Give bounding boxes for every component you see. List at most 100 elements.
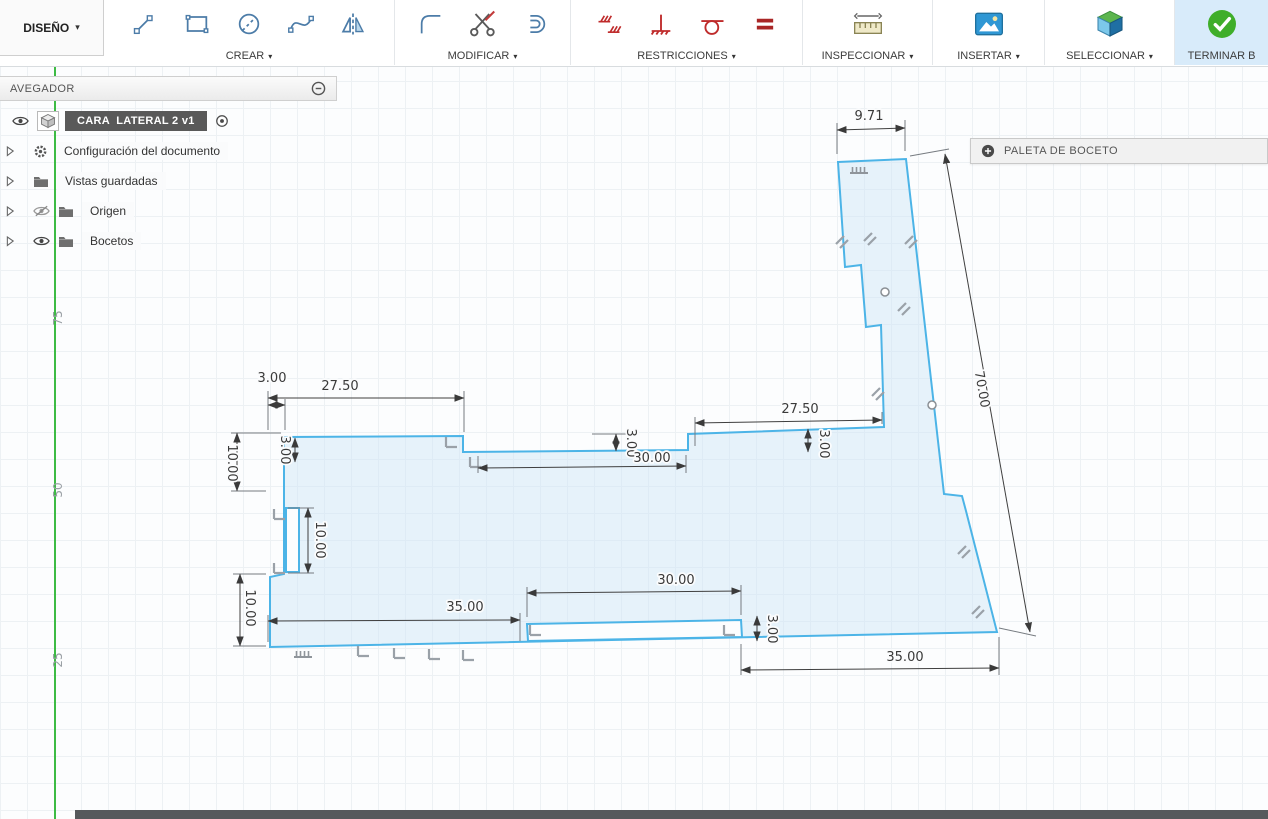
tool-group-seleccionar: SELECCIONAR ▾ bbox=[1045, 0, 1175, 65]
fillet-tool-button[interactable] bbox=[409, 4, 453, 44]
folder-icon bbox=[59, 206, 73, 217]
tree-item-document-settings[interactable]: Configuración del documento bbox=[0, 140, 337, 162]
sketch-point[interactable] bbox=[927, 400, 937, 410]
chevron-down-icon: ▾ bbox=[513, 51, 518, 61]
navegador-title: AVEGADOR bbox=[10, 82, 75, 95]
eye-icon[interactable] bbox=[12, 115, 29, 127]
tangent-icon bbox=[700, 19, 723, 35]
terminar-menu-label: TERMINAR B bbox=[1187, 50, 1256, 62]
select-tool-button[interactable] bbox=[1088, 4, 1132, 44]
offset-icon bbox=[529, 14, 545, 33]
equal-constraint-button[interactable] bbox=[743, 4, 787, 44]
insertar-menu-label: INSERTAR bbox=[957, 50, 1012, 62]
equal-icon bbox=[756, 18, 773, 29]
mirror-icon bbox=[341, 13, 365, 34]
x-axis-bar bbox=[75, 810, 1268, 819]
insert-image-button[interactable] bbox=[967, 4, 1011, 44]
inspeccionar-menu-label: INSPECCIONAR bbox=[821, 50, 906, 62]
sketch-slot-bottom[interactable] bbox=[525, 618, 744, 643]
target-icon[interactable] bbox=[215, 114, 229, 128]
tree-item-label: Configuración del documento bbox=[56, 142, 229, 160]
plus-icon[interactable] bbox=[981, 144, 995, 158]
tree-item-root[interactable]: CARA LATERAL 2 v1 bbox=[0, 110, 337, 132]
crear-menu-button[interactable]: CREAR ▾ bbox=[104, 47, 394, 65]
app-window: 9.71 70.00 27.50 3.00 3.00 30.00 27.50 3… bbox=[0, 0, 1268, 819]
insertar-menu-button[interactable]: INSERTAR ▾ bbox=[933, 47, 1044, 65]
svg-text:3.00: 3.00 bbox=[258, 371, 287, 386]
eye-icon[interactable] bbox=[33, 235, 50, 247]
tangent-constraint-button[interactable] bbox=[691, 4, 735, 44]
svg-text:35.00: 35.00 bbox=[886, 650, 923, 665]
rectangle-icon bbox=[185, 14, 209, 33]
navegador-header[interactable]: AVEGADOR bbox=[0, 76, 337, 101]
svg-text:3.00: 3.00 bbox=[816, 430, 831, 459]
svg-text:30.00: 30.00 bbox=[633, 451, 670, 466]
chevron-down-icon: ▾ bbox=[731, 51, 736, 61]
chevron-right-icon[interactable] bbox=[6, 175, 15, 187]
horizontal-vertical-constraint-button[interactable] bbox=[587, 4, 631, 44]
offset-tool-button[interactable] bbox=[513, 4, 557, 44]
sketch-point[interactable] bbox=[880, 287, 890, 297]
dimension-27-50-left[interactable]: 27.50 bbox=[267, 377, 465, 432]
sketch-profile[interactable] bbox=[269, 157, 999, 649]
tree-item-sketches[interactable]: Bocetos bbox=[0, 230, 337, 252]
tree-item-origin[interactable]: Origen bbox=[0, 200, 337, 222]
measure-icon bbox=[853, 12, 882, 34]
chevron-down-icon: ▾ bbox=[909, 51, 914, 61]
rectangle-tool-button[interactable] bbox=[175, 4, 219, 44]
spline-tool-button[interactable] bbox=[279, 4, 323, 44]
svg-text:10.00: 10.00 bbox=[312, 521, 327, 558]
workspace-label: DISEÑO bbox=[23, 20, 70, 35]
terminar-boceto-label[interactable]: TERMINAR B bbox=[1175, 47, 1268, 65]
chevron-down-icon: ▾ bbox=[1015, 51, 1020, 61]
tree-item-saved-views[interactable]: Vistas guardadas bbox=[0, 170, 337, 192]
svg-text:9.71: 9.71 bbox=[855, 109, 884, 124]
chevron-right-icon[interactable] bbox=[6, 235, 15, 247]
svg-text:10.00: 10.00 bbox=[242, 589, 257, 626]
circle-icon bbox=[238, 13, 260, 34]
svg-text:3.00: 3.00 bbox=[764, 615, 779, 644]
svg-text:10.00: 10.00 bbox=[224, 444, 239, 481]
workspace-selector[interactable]: DISEÑO ▾ bbox=[0, 0, 104, 56]
hatch-constraint-icon bbox=[598, 14, 621, 33]
circle-tool-button[interactable] bbox=[227, 4, 271, 44]
chevron-right-icon[interactable] bbox=[6, 145, 15, 157]
cube-icon bbox=[40, 113, 56, 129]
crear-menu-label: CREAR bbox=[225, 50, 265, 62]
perpendicular-constraint-button[interactable] bbox=[639, 4, 683, 44]
trim-tool-button[interactable] bbox=[461, 4, 505, 44]
mirror-tool-button[interactable] bbox=[331, 4, 375, 44]
restricciones-menu-button[interactable]: RESTRICCIONES ▾ bbox=[571, 47, 802, 65]
chevron-right-icon[interactable] bbox=[6, 205, 15, 217]
modificar-menu-button[interactable]: MODIFICAR ▾ bbox=[395, 47, 570, 65]
finish-sketch-button[interactable] bbox=[1200, 4, 1244, 44]
dimension-3-00-left[interactable]: 3.00 bbox=[275, 434, 299, 466]
spline-icon bbox=[288, 15, 314, 33]
sketch-slot-left[interactable] bbox=[285, 507, 300, 573]
collapse-icon[interactable] bbox=[311, 81, 326, 96]
seleccionar-menu-button[interactable]: SELECCIONAR ▾ bbox=[1045, 47, 1174, 65]
measure-tool-button[interactable] bbox=[846, 4, 890, 44]
grid-label-75: 75 bbox=[51, 310, 65, 325]
tool-group-insertar: INSERTAR ▾ bbox=[933, 0, 1045, 65]
chevron-down-icon: ▾ bbox=[1148, 51, 1153, 61]
tool-group-inspeccionar: INSPECCIONAR ▾ bbox=[803, 0, 933, 65]
tool-group-modificar: MODIFICAR ▾ bbox=[395, 0, 571, 65]
tree-item-label: Vistas guardadas bbox=[57, 172, 166, 190]
dimension-10-00-left-lower[interactable]: 10.00 bbox=[233, 573, 266, 647]
navegador-panel: AVEGADOR CARA LATERAL 2 v1 Configuración… bbox=[0, 76, 337, 260]
svg-text:27.50: 27.50 bbox=[321, 379, 358, 394]
svg-text:3.00: 3.00 bbox=[277, 436, 292, 465]
svg-text:30.00: 30.00 bbox=[657, 573, 694, 588]
dimension-10-00-left-upper[interactable]: 10.00 bbox=[222, 432, 281, 492]
chevron-down-icon: ▾ bbox=[268, 51, 273, 61]
dimension-3-00-top-left[interactable]: 3.00 bbox=[256, 369, 288, 430]
inspeccionar-menu-button[interactable]: INSPECCIONAR ▾ bbox=[803, 47, 932, 65]
tool-group-terminar-boceto: TERMINAR B bbox=[1175, 0, 1268, 65]
dimension-9-71[interactable]: 9.71 bbox=[836, 107, 906, 154]
line-tool-button[interactable] bbox=[123, 4, 167, 44]
paleta-de-boceto-panel[interactable]: PALETA DE BOCETO bbox=[970, 138, 1268, 164]
line-icon bbox=[133, 14, 153, 34]
eye-off-icon[interactable] bbox=[33, 205, 50, 217]
document-title[interactable]: CARA LATERAL 2 v1 bbox=[65, 111, 207, 131]
